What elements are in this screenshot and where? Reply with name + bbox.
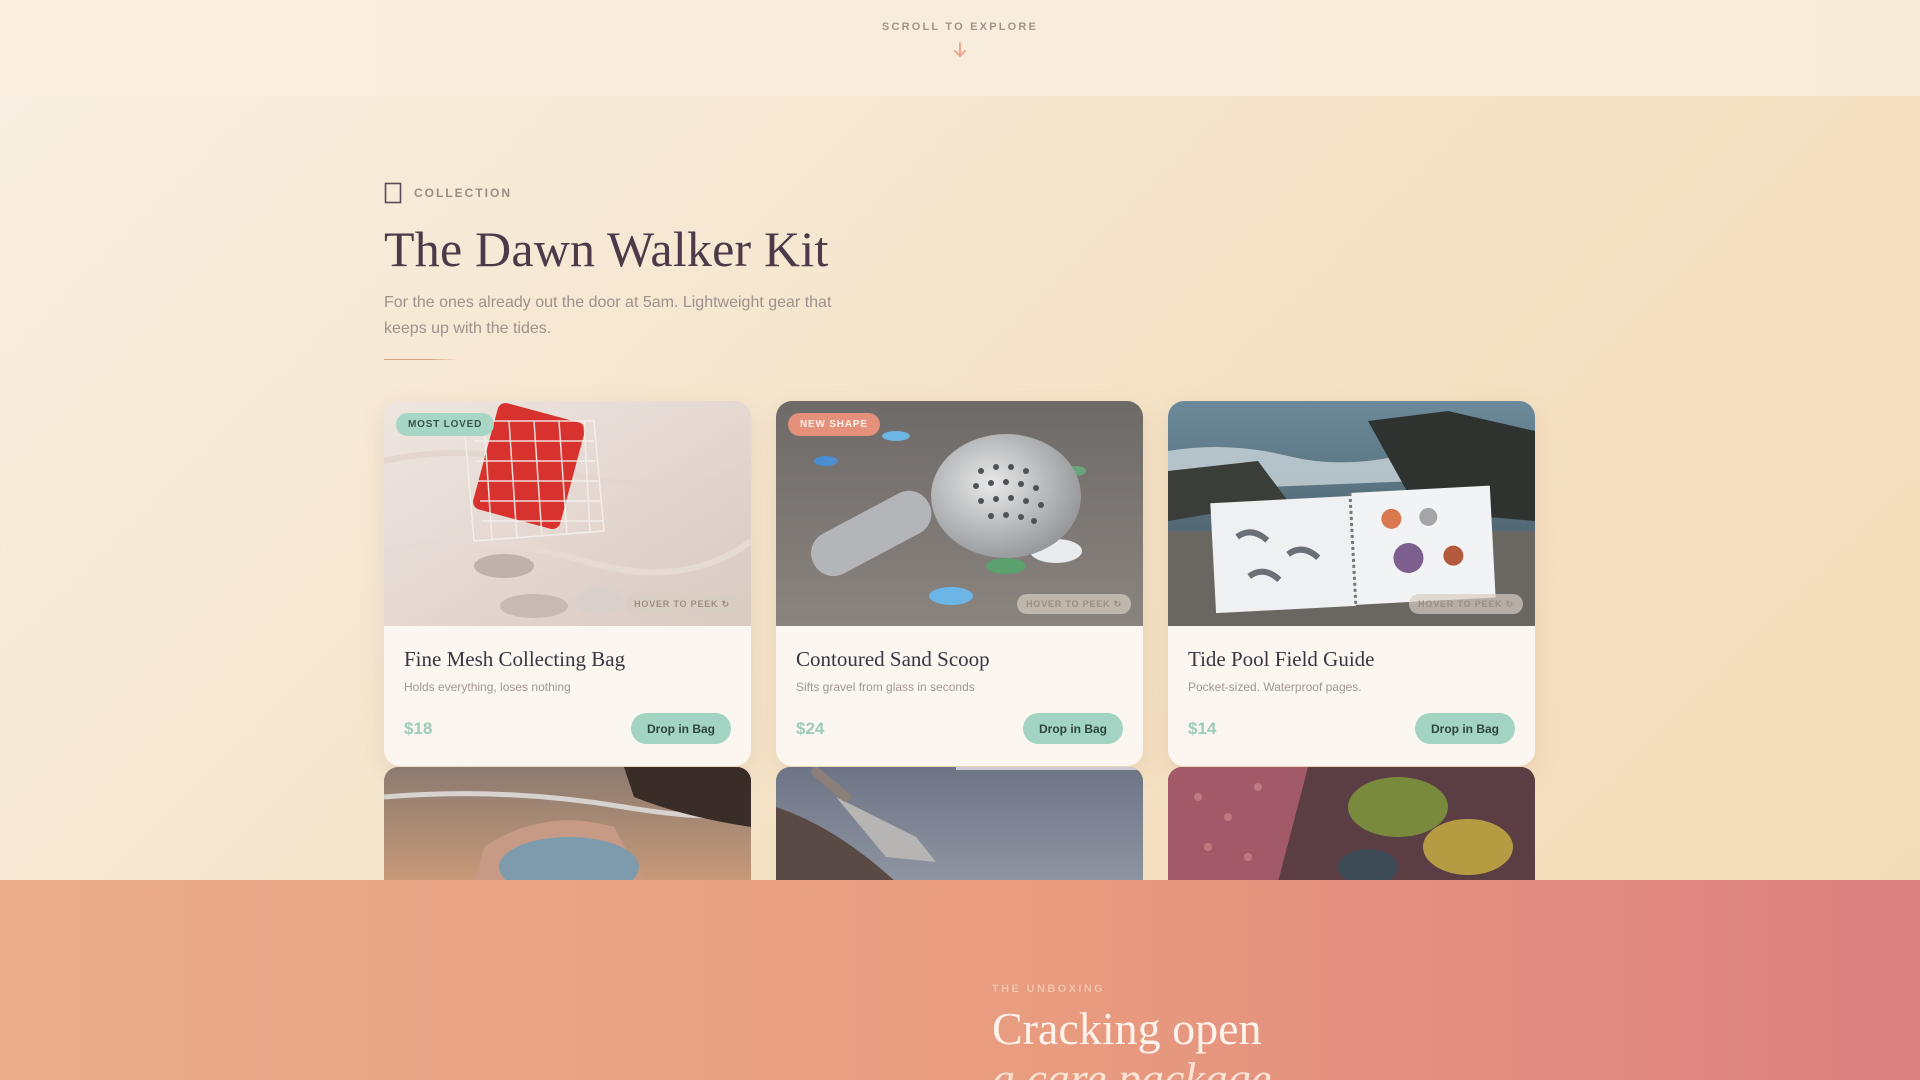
product-description: Pocket-sized. Waterproof pages. <box>1188 680 1362 694</box>
product-card[interactable]: HOVER TO PEEK ↻ Tide Pool Field Guide Po… <box>1168 401 1535 766</box>
hover-to-peek-hint: HOVER TO PEEK ↻ <box>1409 594 1523 614</box>
eyebrow-label: COLLECTION <box>414 186 512 200</box>
unboxing-eyebrow: THE UNBOXING <box>992 983 1106 995</box>
product-grid: MOST LOVED HOVER TO PEEK ↻ Fine Mesh Col… <box>384 401 1535 766</box>
badge-most-loved: MOST LOVED <box>396 413 495 436</box>
scroll-label: SCROLL TO EXPLORE <box>881 21 1039 33</box>
product-card-image[interactable] <box>1168 767 1535 882</box>
product-card[interactable]: MOST LOVED HOVER TO PEEK ↻ Fine Mesh Col… <box>384 401 751 766</box>
product-card-image[interactable] <box>384 767 751 882</box>
hover-to-peek-hint: HOVER TO PEEK ↻ <box>1017 594 1131 614</box>
scroll-hint[interactable]: SCROLL TO EXPLORE <box>0 0 1920 96</box>
product-description: Sifts gravel from glass in seconds <box>796 680 975 694</box>
collection-header: COLLECTION The Dawn Walker Kit For the o… <box>384 182 854 360</box>
product-title: Contoured Sand Scoop <box>796 647 990 671</box>
divider <box>384 359 460 360</box>
product-card-image[interactable] <box>776 767 1143 882</box>
product-price: $24 <box>796 718 825 738</box>
product-image: MOST LOVED HOVER TO PEEK ↻ <box>384 401 751 626</box>
arrow-down-icon <box>954 42 966 57</box>
collection-subtitle: For the ones already out the door at 5am… <box>384 294 832 337</box>
badge-new-shape: NEW SHAPE <box>788 413 880 436</box>
product-image: NEW SHAPE HOVER TO PEEK ↻ <box>776 401 1143 626</box>
product-image: HOVER TO PEEK ↻ <box>1168 401 1535 626</box>
drop-in-bag-button[interactable]: Drop in Bag <box>1023 713 1123 744</box>
unboxing-title: Cracking open <box>992 1003 1262 1054</box>
product-card[interactable]: NEW SHAPE HOVER TO PEEK ↻ Contoured Sand… <box>776 401 1143 766</box>
product-description: Holds everything, loses nothing <box>404 680 571 694</box>
unboxing-section: THE UNBOXING Cracking open a care packag… <box>0 880 1920 1080</box>
product-title: Tide Pool Field Guide <box>1188 647 1375 671</box>
product-grid-row-2 <box>384 767 1535 882</box>
drop-in-bag-button[interactable]: Drop in Bag <box>1415 713 1515 744</box>
product-price: $18 <box>404 718 433 738</box>
page-title: The Dawn Walker Kit <box>384 221 829 277</box>
bag-icon <box>384 182 402 204</box>
product-title: Fine Mesh Collecting Bag <box>404 647 626 671</box>
collection-eyebrow: COLLECTION <box>384 182 854 204</box>
drop-in-bag-button[interactable]: Drop in Bag <box>631 713 731 744</box>
unboxing-title-italic: a care package <box>992 1053 1272 1080</box>
hover-to-peek-hint: HOVER TO PEEK ↻ <box>625 594 739 614</box>
product-price: $14 <box>1188 718 1217 738</box>
